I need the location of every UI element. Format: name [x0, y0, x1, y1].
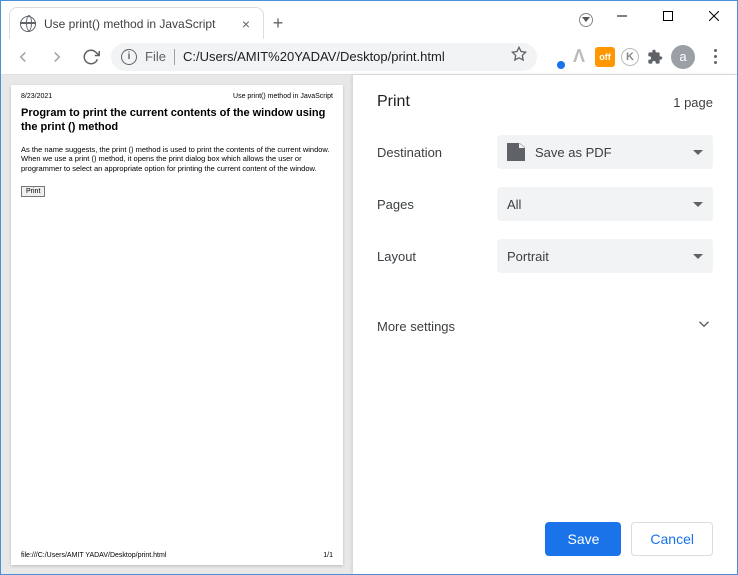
url-divider — [174, 49, 175, 65]
close-tab-icon[interactable]: × — [239, 17, 253, 31]
pages-row: Pages All — [377, 187, 713, 221]
chevron-down-icon — [695, 315, 713, 338]
layout-value: Portrait — [507, 249, 693, 264]
layout-row: Layout Portrait — [377, 239, 713, 273]
pages-value: All — [507, 197, 693, 212]
preview-date: 8/23/2021 — [21, 93, 52, 100]
new-tab-button[interactable]: + — [264, 9, 292, 37]
pages-label: Pages — [377, 197, 497, 212]
preview-page[interactable]: 8/23/2021 Use print() method in JavaScri… — [11, 85, 343, 565]
extension-download-icon[interactable] — [543, 47, 563, 67]
chevron-down-icon — [693, 150, 703, 155]
browser-toolbar: i File C:/Users/AMIT%20YADAV/Desktop/pri… — [1, 39, 737, 75]
preview-header-title: Use print() method in JavaScript — [233, 93, 333, 100]
sheet-count: 1 page — [673, 95, 713, 110]
bookmark-star-icon[interactable] — [511, 46, 527, 67]
tab-title: Use print() method in JavaScript — [44, 17, 231, 31]
browser-menu-button[interactable] — [701, 43, 729, 70]
preview-footer-page: 1/1 — [323, 552, 333, 559]
print-preview-pane: 8/23/2021 Use print() method in JavaScri… — [1, 75, 353, 574]
pages-select[interactable]: All — [497, 187, 713, 221]
preview-body: As the name suggests, the print () metho… — [21, 145, 333, 174]
close-window-button[interactable] — [691, 1, 737, 31]
url-protocol: File — [145, 49, 166, 64]
more-settings-toggle[interactable]: More settings — [377, 301, 713, 352]
panel-footer: Save Cancel — [377, 508, 713, 556]
layout-label: Layout — [377, 249, 497, 264]
account-indicator-icon[interactable] — [573, 1, 599, 39]
preview-footer: file:///C:/Users/AMIT YADAV/Desktop/prin… — [21, 552, 333, 559]
globe-icon — [20, 16, 36, 32]
content-area: 8/23/2021 Use print() method in JavaScri… — [1, 75, 737, 574]
reload-button[interactable] — [77, 43, 105, 71]
extension-k-icon[interactable]: K — [621, 48, 639, 66]
destination-label: Destination — [377, 145, 497, 160]
info-icon[interactable]: i — [121, 49, 137, 65]
maximize-button[interactable] — [645, 1, 691, 31]
more-settings-label: More settings — [377, 319, 455, 334]
extensions-menu-icon[interactable] — [645, 47, 665, 67]
preview-footer-path: file:///C:/Users/AMIT YADAV/Desktop/prin… — [21, 552, 166, 559]
cancel-button[interactable]: Cancel — [631, 522, 713, 556]
extension-off-icon[interactable]: off — [595, 47, 615, 67]
preview-title: Program to print the current contents of… — [21, 106, 333, 135]
preview-header: 8/23/2021 Use print() method in JavaScri… — [21, 93, 333, 100]
chevron-down-icon — [693, 254, 703, 259]
chevron-down-icon — [693, 202, 703, 207]
minimize-button[interactable] — [599, 1, 645, 31]
destination-select[interactable]: Save as PDF — [497, 135, 713, 169]
forward-button[interactable] — [43, 43, 71, 71]
destination-row: Destination Save as PDF — [377, 135, 713, 169]
print-settings-panel: Print 1 page Destination Save as PDF Pag… — [353, 75, 737, 574]
print-title: Print — [377, 93, 410, 111]
destination-value: Save as PDF — [535, 145, 693, 160]
layout-select[interactable]: Portrait — [497, 239, 713, 273]
profile-avatar[interactable]: a — [671, 45, 695, 69]
browser-tab[interactable]: Use print() method in JavaScript × — [9, 7, 264, 39]
window-titlebar: Use print() method in JavaScript × + — [1, 1, 737, 39]
back-button[interactable] — [9, 43, 37, 71]
pdf-icon — [507, 143, 525, 161]
save-button[interactable]: Save — [545, 522, 621, 556]
preview-print-button: Print — [21, 186, 45, 197]
window-controls — [573, 1, 737, 39]
extension-a-icon[interactable]: Λ — [569, 47, 589, 67]
extension-icons: Λ off K a — [543, 43, 729, 70]
print-panel-header: Print 1 page — [377, 93, 713, 111]
url-text: C:/Users/AMIT%20YADAV/Desktop/print.html — [183, 49, 503, 64]
address-bar[interactable]: i File C:/Users/AMIT%20YADAV/Desktop/pri… — [111, 43, 537, 71]
